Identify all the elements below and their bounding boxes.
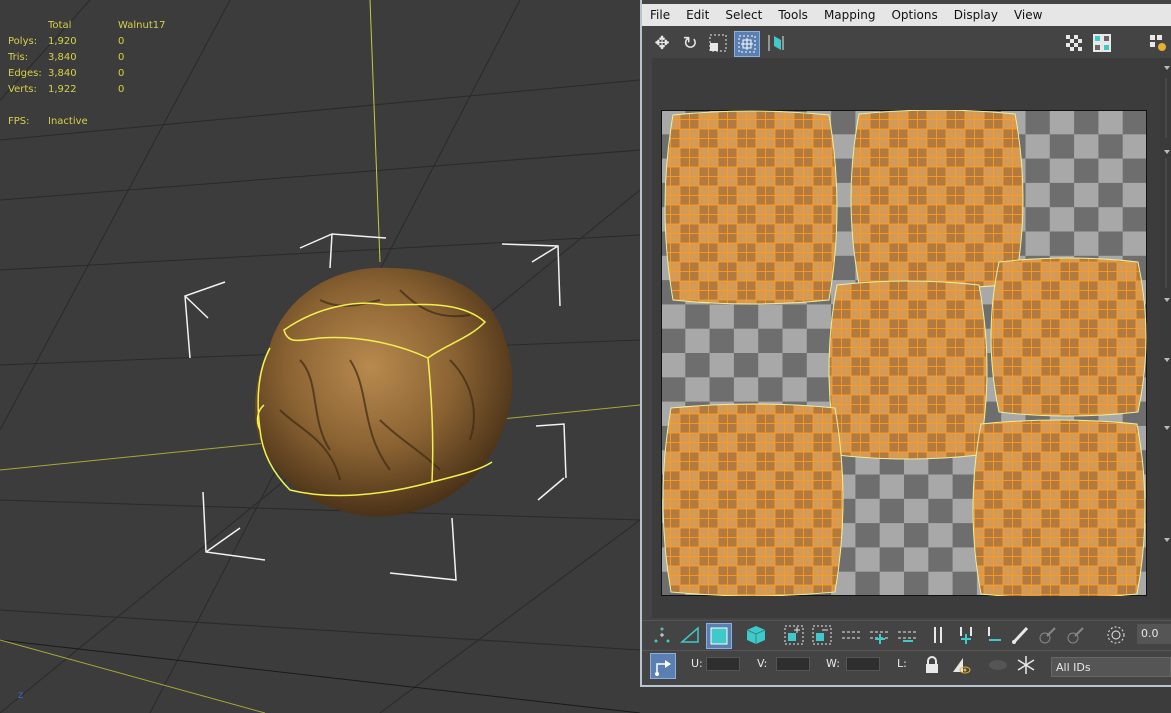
grow-selection-icon[interactable] [782, 623, 806, 647]
v-field[interactable] [776, 657, 810, 671]
uv-bottom-toolbar [642, 620, 1171, 649]
falloff-spinner[interactable]: 0.0 [1137, 624, 1171, 644]
move-icon[interactable]: ✥ [650, 31, 674, 55]
material-id-dropdown[interactable]: All IDs [1051, 657, 1171, 677]
uv-island-wireframe [829, 281, 987, 459]
absolute-offset-toggle-icon[interactable] [650, 653, 676, 679]
uv-top-toolbar: ✥ ↻ UV [642, 28, 1171, 77]
texture-checker-icon[interactable] [1090, 31, 1114, 55]
stats-total: 3,840 [48, 68, 77, 79]
stats-label: Verts: [8, 84, 37, 95]
menu-file[interactable]: File [642, 8, 678, 22]
paint-grow-icon[interactable] [1036, 623, 1060, 647]
stats-label: Tris: [8, 52, 29, 63]
stats-row-fps: FPS: Inactive [8, 114, 178, 130]
soft-selection-icon[interactable] [1104, 623, 1128, 647]
stats-total: 3,840 [48, 52, 77, 63]
vertex-mode-icon[interactable] [650, 623, 674, 647]
u-field[interactable] [706, 657, 740, 671]
ring-grow-icon[interactable] [954, 623, 978, 647]
uv-editor-window[interactable]: File Edit Select Tools Mapping Options D… [640, 0, 1171, 687]
stats-total: 1,920 [48, 36, 77, 47]
checker-pattern-icon[interactable] [1062, 31, 1086, 55]
ring-shrink-icon[interactable] [982, 623, 1006, 647]
menu-display[interactable]: Display [946, 8, 1006, 22]
uv-menubar: File Edit Select Tools Mapping Options D… [642, 4, 1171, 26]
paint-select-icon[interactable] [1008, 623, 1032, 647]
ring-select-icon[interactable] [926, 623, 950, 647]
uv-texture-canvas[interactable] [661, 110, 1147, 596]
uv-island-wireframe [663, 404, 843, 596]
stats-header-label [8, 18, 48, 34]
uv-island-wireframe [991, 258, 1146, 416]
stats-object: 0 [118, 84, 125, 95]
edge-mode-icon[interactable] [678, 623, 702, 647]
hide-icon[interactable] [948, 653, 972, 677]
element-mode-icon[interactable] [744, 623, 768, 647]
stats-row-polys: Polys: 1,920 0 [8, 34, 178, 50]
stats-total: 1,922 [48, 84, 77, 95]
menu-tools[interactable]: Tools [770, 8, 816, 22]
fps-label: FPS: [8, 116, 30, 127]
stats-header-total: Total [48, 20, 72, 31]
menu-mapping[interactable]: Mapping [816, 8, 884, 22]
uv-island-wireframe [851, 110, 1023, 288]
stats-label: Polys: [8, 36, 38, 47]
axis-gizmo-z-label: z [18, 690, 24, 701]
loop-grow-icon[interactable] [868, 623, 892, 647]
settings-icon[interactable] [1146, 31, 1170, 55]
stats-object: 0 [118, 52, 125, 63]
uv-island-wireframe [973, 420, 1145, 596]
w-field[interactable] [846, 657, 880, 671]
lock-icon[interactable] [920, 653, 944, 677]
stats-row-verts: Verts: 1,922 0 [8, 82, 178, 98]
v-label: V: [757, 657, 768, 670]
polygon-mode-icon[interactable] [706, 623, 732, 649]
stats-row-edges: Edges: 3,840 0 [8, 66, 178, 82]
show-icon[interactable] [986, 653, 1010, 677]
w-label: W: [826, 657, 840, 670]
stats-header-object: Walnut17 [118, 20, 166, 31]
rotate-icon[interactable]: ↻ [678, 31, 702, 55]
l-label: L: [897, 657, 907, 670]
freeform-mode-icon[interactable] [734, 31, 760, 57]
stats-label: Edges: [8, 68, 42, 79]
paint-shrink-icon[interactable] [1064, 623, 1088, 647]
menu-select[interactable]: Select [717, 8, 770, 22]
loop-select-icon[interactable] [840, 623, 864, 647]
statistics-overlay: Total Walnut17 Polys: 1,920 0 Tris: 3,84… [8, 18, 178, 130]
stats-row-tris: Tris: 3,840 0 [8, 50, 178, 66]
mirror-icon[interactable] [764, 31, 788, 55]
uv-island-wireframe [665, 111, 837, 304]
menu-edit[interactable]: Edit [678, 8, 717, 22]
fps-value: Inactive [48, 116, 88, 127]
stats-object: 0 [118, 36, 125, 47]
menu-options[interactable]: Options [883, 8, 945, 22]
menu-view[interactable]: View [1006, 8, 1050, 22]
loop-shrink-icon[interactable] [896, 623, 920, 647]
shrink-selection-icon[interactable] [810, 623, 834, 647]
freeze-icon[interactable] [1014, 653, 1038, 677]
stats-header-row: Total Walnut17 [8, 18, 178, 34]
uv-right-panel-strip [1160, 58, 1171, 618]
stats-object: 0 [118, 68, 125, 79]
u-label: U: [691, 657, 703, 670]
scale-icon[interactable] [706, 31, 730, 55]
